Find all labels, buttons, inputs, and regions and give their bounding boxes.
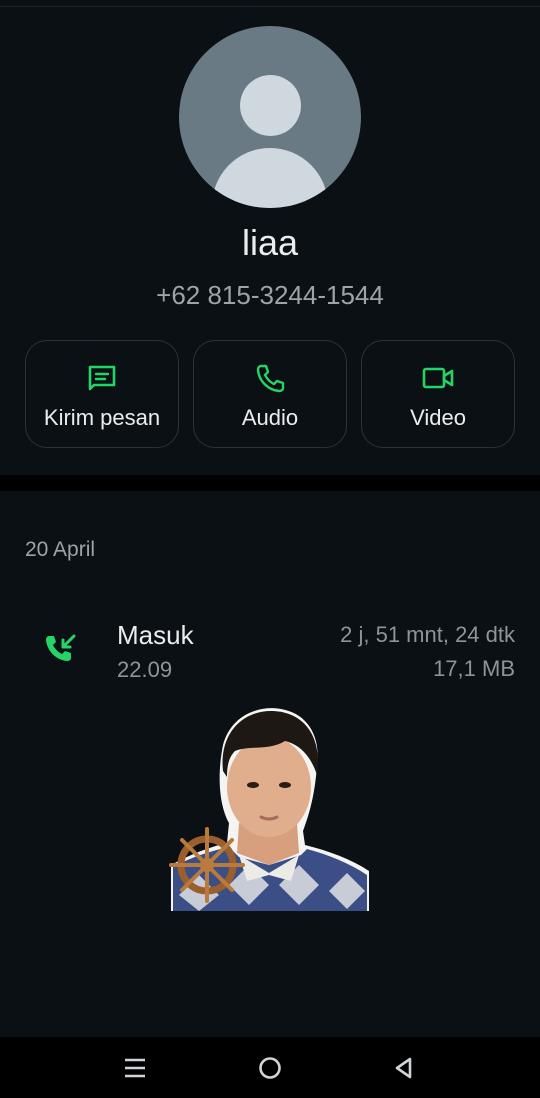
home-icon[interactable] [256, 1054, 284, 1082]
avatar-body [212, 148, 328, 208]
contact-phone: +62 815-3244-1544 [156, 280, 384, 310]
avatar-head [240, 75, 301, 136]
video-label: Video [410, 405, 466, 430]
send-message-label: Kirim pesan [43, 405, 161, 430]
call-type: Masuk [117, 620, 194, 650]
message-icon [88, 365, 116, 391]
person-sticker[interactable] [169, 705, 371, 911]
top-divider [0, 6, 540, 7]
call-data-size: 17,1 MB [433, 656, 515, 681]
system-navigation-bar [0, 1037, 540, 1098]
call-duration: 2 j, 51 mnt, 24 dtk [340, 622, 515, 647]
avatar[interactable] [179, 26, 361, 208]
video-icon [422, 367, 454, 389]
call-date-header: 20 April [25, 538, 96, 561]
call-time: 22.09 [117, 657, 173, 682]
video-call-button[interactable]: Video [361, 340, 515, 448]
send-message-button[interactable]: Kirim pesan [25, 340, 179, 448]
incoming-call-icon [46, 634, 76, 661]
phone-icon [256, 364, 285, 393]
section-divider [0, 475, 540, 491]
contact-name: liaa [241, 222, 299, 263]
audio-label: Audio [241, 405, 299, 430]
back-icon[interactable] [390, 1054, 418, 1082]
menu-icon[interactable] [121, 1054, 149, 1082]
audio-call-button[interactable]: Audio [193, 340, 347, 448]
